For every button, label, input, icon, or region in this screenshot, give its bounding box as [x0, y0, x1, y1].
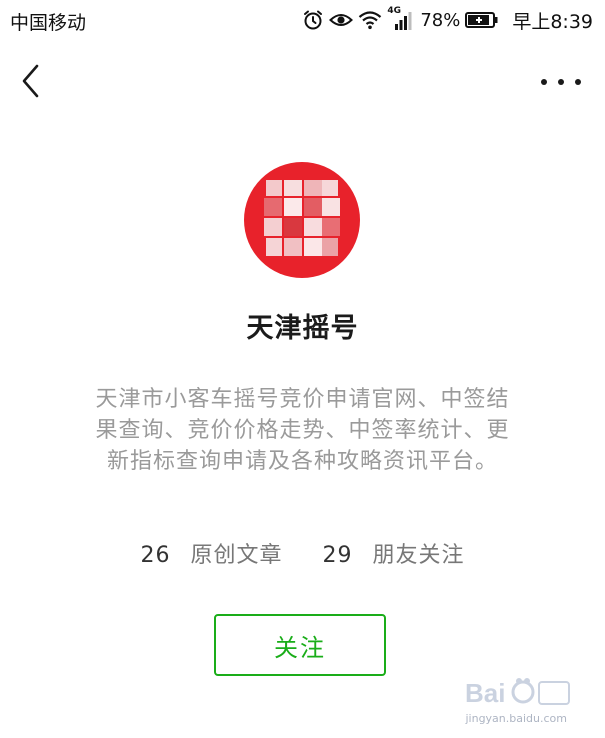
follow-button[interactable]: 关注 [214, 614, 386, 676]
original-articles-stat[interactable]: 26 原创文章 [140, 537, 282, 569]
svg-text:Bai: Bai [465, 678, 505, 708]
account-avatar[interactable] [244, 162, 360, 278]
battery-percent: 78% [420, 9, 461, 31]
friends-following-label: 朋友关注 [372, 543, 465, 568]
carrier-name: 中国移动 [10, 12, 87, 34]
signal-icon: 4G [387, 6, 413, 31]
friends-following-count: 29 [322, 543, 353, 568]
account-description: 天津市小客车摇号竞价申请官网、中签结果查询、竞价价格走势、中签率统计、更新指标查… [95, 387, 510, 474]
wifi-icon [358, 10, 382, 30]
battery-icon [465, 11, 499, 29]
more-options-button[interactable] [541, 70, 581, 94]
account-stats: 26 原创文章 29 朋友关注 [0, 537, 605, 569]
status-icons: 4G 78% 早上8:39 [302, 6, 593, 33]
back-button[interactable] [14, 60, 50, 102]
account-name: 天津摇号 [246, 313, 359, 344]
chevron-left-icon [14, 64, 50, 106]
original-articles-label: 原创文章 [190, 543, 283, 568]
more-horizontal-icon [541, 79, 547, 85]
friends-following-stat[interactable]: 29 朋友关注 [323, 537, 465, 569]
alarm-icon [302, 9, 324, 31]
original-articles-count: 26 [140, 543, 171, 568]
watermark-url: jingyan.baidu.com [465, 712, 567, 725]
clock: 早上8:39 [512, 10, 593, 33]
eye-icon [329, 10, 354, 30]
status-bar: 中国移动 4G 78% 早上8:39 [0, 0, 605, 40]
